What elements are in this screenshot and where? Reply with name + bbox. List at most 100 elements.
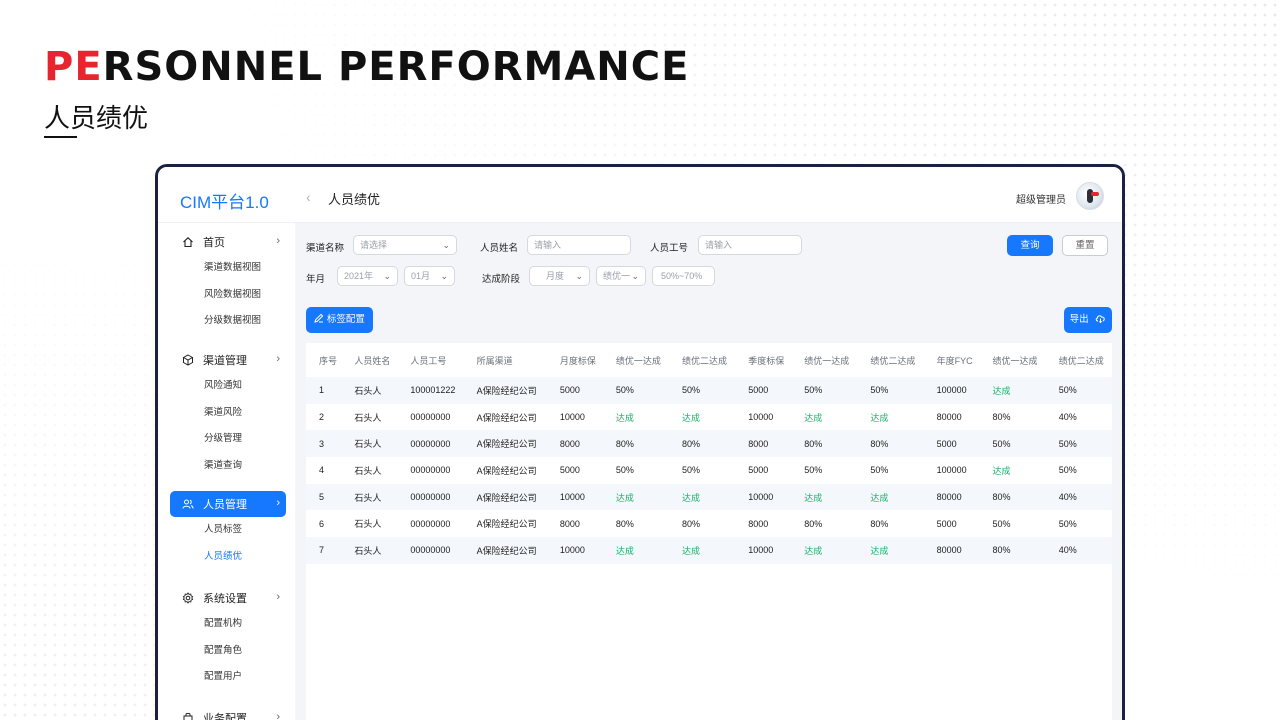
- table-row[interactable]: 2 石头人 00000000 A保险经纪公司 10000 达成 达成 10000 达成 达成 800…: [306, 404, 1112, 431]
- sidebar-subitem[interactable]: 配置机构: [170, 611, 286, 638]
- performance-table: 序号 人员姓名 人员工号 所属渠道 月度标保 绩优一达成 绩优二达成 季度标保 绩优一达成 绩优二…: [306, 343, 1112, 564]
- table-header-row: 序号 人员姓名 人员工号 所属渠道 月度标保 绩优一达成 绩优二达成 季度标保 绩优一达成 绩优二…: [306, 343, 1112, 377]
- table-cell: 6: [319, 518, 325, 529]
- sidebar-subitem[interactable]: 风险数据视图: [170, 282, 286, 309]
- sidebar-item-label: 系统设置: [203, 593, 247, 605]
- table-cell: 达成: [979, 377, 1046, 404]
- name-label: 人员姓名: [480, 243, 519, 254]
- year-select[interactable]: 2021年 ⌄: [337, 266, 398, 286]
- table-cell: A保险经纪公司: [463, 537, 547, 564]
- table-cell: 50%: [804, 465, 823, 476]
- sidebar-item-group-4[interactable]: 业务配置 ›: [170, 705, 286, 720]
- id-label: 人员工号: [650, 243, 689, 254]
- query-button[interactable]: 查询: [1007, 235, 1053, 256]
- table-cell: 80000: [923, 483, 980, 511]
- column-header: 季度标保: [748, 355, 785, 366]
- stage-type-value: 绩优一: [603, 271, 631, 281]
- id-input[interactable]: 请输入: [698, 235, 802, 255]
- table-cell: 80%: [870, 518, 889, 529]
- sidebar-subitem[interactable]: 渠道查询: [170, 453, 286, 480]
- sidebar-item-group-2[interactable]: 人员管理 ›: [170, 491, 286, 517]
- table-cell: 8000: [546, 430, 603, 458]
- table-cell: 80%: [602, 430, 670, 458]
- admin-name[interactable]: 超级管理员: [1016, 191, 1066, 206]
- column-header: 人员工号: [410, 355, 447, 366]
- column-header: 所属渠道: [476, 355, 513, 366]
- table-cell: 50%: [615, 465, 634, 476]
- sidebar-subitem[interactable]: 人员绩优: [170, 544, 286, 571]
- sidebar-subitem[interactable]: 配置用户: [170, 664, 286, 691]
- table-cell: A保险经纪公司: [463, 483, 547, 511]
- table-cell: 8000: [735, 430, 792, 458]
- table-cell: 10000: [559, 412, 585, 423]
- sidebar-item-label: 渠道管理: [203, 355, 247, 367]
- export-button[interactable]: 导出: [1064, 307, 1112, 333]
- year-select-value: 2021年: [344, 271, 374, 281]
- stage-range-value: 50%~70%: [661, 271, 703, 281]
- name-input[interactable]: 请输入: [527, 235, 631, 255]
- table-row[interactable]: 7 石头人 00000000 A保险经纪公司 10000 达成 达成 10000 达成 达成 800…: [306, 537, 1112, 564]
- table-cell: 达成: [870, 412, 889, 423]
- table-cell: 石头人: [341, 377, 398, 404]
- sidebar-item-group-3[interactable]: 系统设置 ›: [170, 585, 286, 611]
- back-chevron-icon[interactable]: ‹: [306, 189, 311, 205]
- avatar[interactable]: [1076, 182, 1104, 210]
- table-cell: 100000: [923, 377, 980, 404]
- stage-range-field[interactable]: 50%~70%: [652, 266, 715, 286]
- table-row[interactable]: 1 石头人 100001222 A保险经纪公司 5000 50% 50% 5000 50% 50%…: [306, 377, 1112, 404]
- sidebar-group-4: 业务配置 ›: [170, 705, 286, 720]
- table-cell: 石头人: [354, 412, 382, 423]
- main-content: 渠道名称 请选择 ⌄ 人员姓名 请输入 人员工号 请输入 查询 重置 年月 202…: [295, 223, 1122, 720]
- column-header: 绩优一达成: [992, 355, 1038, 366]
- app-logo[interactable]: CIM平台1.0: [180, 188, 269, 213]
- table-cell: 石头人: [354, 465, 382, 476]
- stage-period-value: 月度: [546, 271, 565, 281]
- table-cell: 达成: [682, 412, 701, 423]
- sidebar-subitem[interactable]: 配置角色: [170, 638, 286, 665]
- channel-select[interactable]: 请选择 ⌄: [353, 235, 457, 255]
- sidebar-group-3: 系统设置 › 配置机构 配置角色 配置用户: [170, 585, 286, 691]
- table-cell: 50%: [791, 377, 858, 404]
- sidebar: 首页 › 渠道数据视图 风险数据视图 分级数据视图 渠道管理 › 风险通知 渠道风险 分级管理 渠道…: [158, 223, 295, 720]
- sidebar-item-group-1[interactable]: 渠道管理 ›: [170, 347, 286, 373]
- table-row[interactable]: 3 石头人 00000000 A保险经纪公司 8000 80% 80% 8000 80% 80% 5…: [306, 430, 1112, 458]
- table-cell: 50%: [1058, 465, 1077, 476]
- column-header: 绩优二达成: [682, 355, 728, 366]
- users-icon: [182, 498, 194, 510]
- sidebar-subitem[interactable]: 分级管理: [170, 426, 286, 453]
- sidebar-item-label: 业务配置: [203, 713, 247, 720]
- month-select[interactable]: 01月 ⌄: [404, 266, 455, 286]
- table-cell: 石头人: [341, 430, 398, 458]
- sidebar-subitem[interactable]: 分级数据视图: [170, 308, 286, 335]
- sidebar-subitem[interactable]: 渠道数据视图: [170, 255, 286, 282]
- hero-title: PERSONNEL PERFORMANCE: [44, 44, 689, 90]
- reset-button[interactable]: 重置: [1062, 235, 1108, 256]
- table-cell: 10000: [735, 483, 792, 511]
- table-row[interactable]: 6 石头人 00000000 A保险经纪公司 8000 80% 80% 8000 80% 80% 5…: [306, 510, 1112, 537]
- month-select-value: 01月: [411, 271, 431, 281]
- table-cell: 5000: [936, 518, 957, 529]
- stage-label: 达成阶段: [482, 274, 521, 285]
- table-cell: 100000: [936, 465, 967, 476]
- chevron-right-icon: ›: [276, 497, 280, 509]
- table-cell: 80%: [669, 430, 736, 458]
- sidebar-subitem[interactable]: 人员标签: [170, 517, 286, 544]
- sidebar-subitem[interactable]: 风险通知: [170, 373, 286, 400]
- performance-table-card: 序号 人员姓名 人员工号 所属渠道 月度标保 绩优一达成 绩优二达成 季度标保 绩优一达成 绩优二…: [306, 343, 1112, 720]
- tag-config-button[interactable]: 标签配置: [306, 307, 373, 333]
- hero-title-rest: RSONNEL PERFORMANCE: [102, 44, 690, 90]
- sidebar-subitem[interactable]: 渠道风险: [170, 400, 286, 427]
- sidebar-group-2: 人员管理 › 人员标签 人员绩优: [170, 491, 286, 570]
- table-row[interactable]: 4 石头人 00000000 A保险经纪公司 5000 50% 50% 5000 50% 50% 1…: [306, 457, 1112, 484]
- stage-type-select[interactable]: 绩优一 ⌄: [596, 266, 646, 286]
- table-cell: 50%: [992, 518, 1011, 529]
- table-cell: A保险经纪公司: [463, 377, 547, 404]
- table-cell: 50%: [602, 377, 670, 404]
- table-row[interactable]: 5 石头人 00000000 A保险经纪公司 10000 达成 达成 10000 达成 达成 800…: [306, 483, 1112, 511]
- sidebar-item-group-0[interactable]: 首页 ›: [170, 229, 286, 255]
- table-cell: 80%: [682, 518, 701, 529]
- table-cell: 5000: [546, 377, 603, 404]
- table-cell: 8000: [748, 518, 769, 529]
- stage-period-select[interactable]: 月度 ⌄: [529, 266, 590, 286]
- table-cell: 5000: [559, 465, 580, 476]
